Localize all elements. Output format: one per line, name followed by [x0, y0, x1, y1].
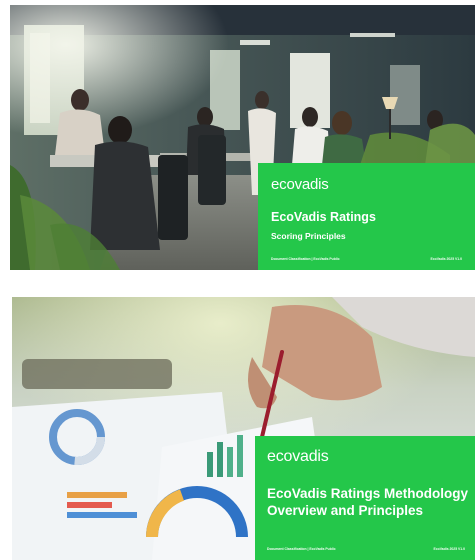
ecovadis-logo: ecovadis — [271, 176, 329, 193]
document-subtitle: Scoring Principles — [271, 231, 346, 241]
document-classification: Document Classification | EcoVadis Publi… — [271, 257, 340, 261]
document-card-scoring-principles[interactable]: ecovadis EcoVadis Ratings Scoring Princi… — [10, 5, 475, 270]
document-title: EcoVadis Ratings Methodology Overview an… — [267, 486, 469, 518]
title-panel: ecovadis EcoVadis Ratings Scoring Princi… — [258, 163, 475, 270]
document-version: EcoVadis 2025 V1.0 — [433, 547, 465, 551]
title-panel: ecovadis EcoVadis Ratings Methodology Ov… — [255, 436, 475, 560]
document-version: EcoVadis 2025 V1.0 — [430, 257, 462, 261]
document-classification: Document Classification | EcoVadis Publi… — [267, 547, 336, 551]
document-card-methodology-overview[interactable]: ecovadis EcoVadis Ratings Methodology Ov… — [12, 297, 475, 560]
ecovadis-logo: ecovadis — [267, 448, 329, 465]
document-title: EcoVadis Ratings — [271, 210, 376, 224]
